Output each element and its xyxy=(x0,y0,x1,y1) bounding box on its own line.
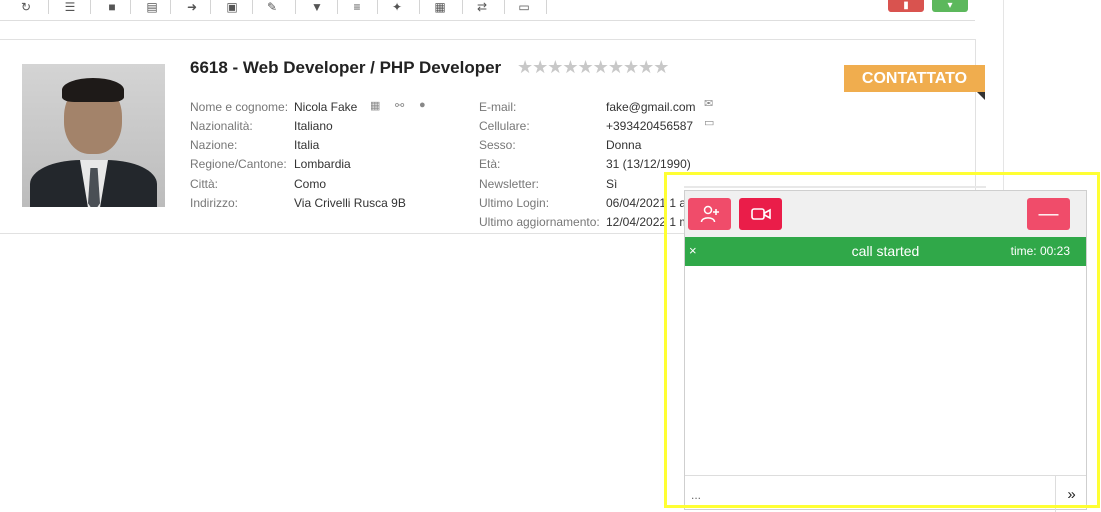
field-label-last-update: Ultimo aggiornamento: xyxy=(479,215,600,229)
field-value-country: Italia xyxy=(294,138,320,152)
copy-icon[interactable]: ▣ xyxy=(212,0,252,14)
field-label-city: Città: xyxy=(190,177,219,191)
field-label-region: Regione/Cantone: xyxy=(190,157,287,171)
toolbar-separator xyxy=(546,0,547,14)
chat-icon[interactable]: ● xyxy=(419,99,426,111)
list-icon[interactable]: ☰ xyxy=(50,0,90,14)
field-label-name: Nome e cognome: xyxy=(190,100,289,114)
toolbar-separator xyxy=(295,0,296,14)
id-card-icon[interactable]: ▦ xyxy=(420,0,460,14)
sms-icon[interactable]: ▭ xyxy=(704,116,714,129)
field-label-sex: Sesso: xyxy=(479,138,516,152)
transfer-icon[interactable]: ⇄ xyxy=(462,0,502,14)
download-icon[interactable]: ▼ xyxy=(297,0,337,14)
check-icon: ▾ xyxy=(947,0,953,11)
org-chart-icon[interactable]: ⚯ xyxy=(395,99,404,112)
status-badge: CONTATTATO xyxy=(844,65,985,92)
field-label-age: Età: xyxy=(479,157,501,171)
highlight-frame xyxy=(664,172,1100,508)
field-value-address: Via Crivelli Rusca 9B xyxy=(294,196,406,210)
delete-button[interactable]: ▮ xyxy=(888,0,924,12)
field-label-newsletter: Newsletter: xyxy=(479,177,540,191)
menu-icon[interactable]: ≡ xyxy=(337,0,377,14)
field-value-nationality: Italiano xyxy=(294,119,333,133)
field-label-last-login: Ultimo Login: xyxy=(479,196,550,210)
toolbar-separator xyxy=(130,0,131,14)
status-badge-tail xyxy=(977,92,985,100)
candidate-title: 6618 - Web Developer / PHP Developer xyxy=(190,58,502,77)
trash-icon: ▮ xyxy=(903,0,909,11)
field-value-newsletter: Sì xyxy=(606,177,618,191)
wrench-icon[interactable]: ✎ xyxy=(252,0,292,14)
field-label-mobile: Cellulare: xyxy=(479,119,530,133)
toolbar-separator xyxy=(210,0,211,14)
field-label-nationality: Nazionalità: xyxy=(190,119,253,133)
field-label-country: Nazione: xyxy=(190,138,238,152)
field-value-name: Nicola Fake xyxy=(294,100,358,114)
field-label-address: Indirizzo: xyxy=(190,196,239,210)
share-icon[interactable]: ➜ xyxy=(172,0,212,14)
toolbar-separator xyxy=(48,0,49,14)
envelope-icon[interactable]: ✉ xyxy=(704,97,713,110)
field-label-email: E-mail: xyxy=(479,100,517,114)
toolbar-separator xyxy=(90,0,91,14)
record-toolbar: ↻ ☰ ■ ▤ ➜ ▣ ✎ ▼ ≡ ✦ ▦ ⇄ ▭ ▮ ▾ xyxy=(0,0,975,21)
toolbar-separator xyxy=(170,0,171,14)
star-icon[interactable]: ✦ xyxy=(377,0,417,14)
field-value-sex: Donna xyxy=(606,138,642,152)
print-icon[interactable]: ▭ xyxy=(504,0,544,14)
field-value-mobile[interactable]: +393420456587 xyxy=(606,119,693,133)
clipboard-icon[interactable]: ▤ xyxy=(132,0,172,14)
field-value-email[interactable]: fake@gmail.com xyxy=(606,100,696,114)
refresh-icon[interactable]: ↻ xyxy=(6,0,46,14)
confirm-button[interactable]: ▾ xyxy=(932,0,968,12)
rating-stars[interactable]: ★★★★★★★★★★ xyxy=(517,57,669,78)
field-value-city: Como xyxy=(294,177,327,191)
field-value-age: 31 (13/12/1990) xyxy=(606,157,691,171)
field-value-region: Lombardia xyxy=(294,157,351,171)
candidate-photo xyxy=(22,64,165,207)
calendar-icon[interactable]: ▦ xyxy=(370,99,380,112)
video-icon[interactable]: ■ xyxy=(92,0,132,14)
